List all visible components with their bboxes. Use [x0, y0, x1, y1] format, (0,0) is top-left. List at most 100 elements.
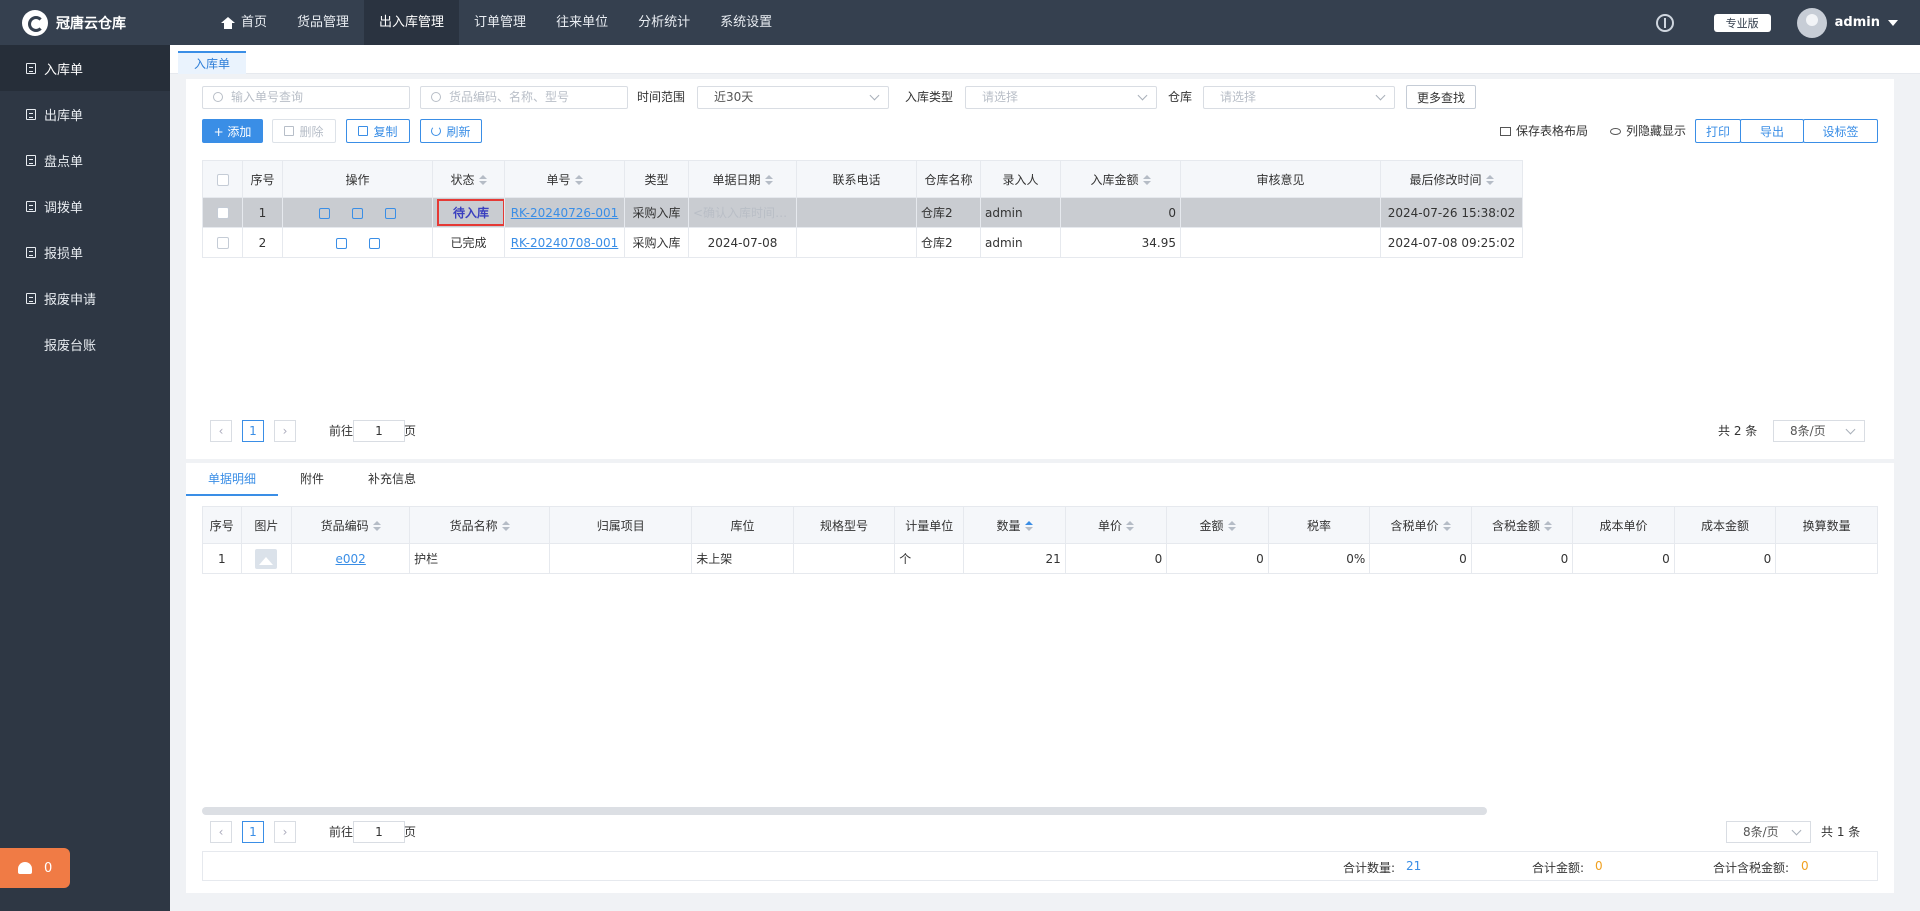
folder-icon: [1500, 126, 1511, 136]
table-row[interactable]: 1 待入库 RK-20240726-001 采购入库 <确认入库时间为准 仓库2…: [202, 197, 1523, 228]
warehouse-select[interactable]: 请选择: [1203, 86, 1395, 109]
topnav-orders[interactable]: 订单管理: [459, 0, 541, 45]
sort-icon[interactable]: [1442, 521, 1451, 531]
tab-attachments[interactable]: 附件: [278, 463, 346, 496]
inbound-type-select[interactable]: 请选择: [965, 86, 1157, 109]
row-checkbox-cell[interactable]: [202, 197, 243, 228]
sort-icon[interactable]: [1126, 521, 1135, 531]
confirm-inbound-icon[interactable]: [385, 207, 396, 219]
detail-page-size-select[interactable]: 8条/页: [1726, 821, 1811, 843]
chevron-down-icon: [1375, 90, 1386, 101]
refresh-button[interactable]: 刷新: [420, 119, 482, 143]
trash-icon: [284, 126, 295, 136]
col-status[interactable]: 状态: [432, 160, 505, 198]
col-code[interactable]: 单号: [504, 160, 625, 198]
next-page-button[interactable]: ›: [274, 420, 296, 442]
tab-detail[interactable]: 单据明细: [186, 463, 279, 496]
sidebar-item-inbound[interactable]: 入库单: [0, 45, 170, 91]
select-all-checkbox-cell[interactable]: [202, 160, 243, 198]
detail-next-page-button[interactable]: ›: [274, 821, 296, 843]
power-icon[interactable]: [1655, 13, 1674, 32]
sort-icon[interactable]: [501, 521, 510, 531]
topnav-goods[interactable]: 货品管理: [282, 0, 364, 45]
detail-row[interactable]: 1 e002 护栏 未上架 个 21 0 0 0% 0 0 0 0: [202, 543, 1878, 574]
detail-goto-prefix: 前往: [329, 825, 354, 839]
table-row[interactable]: 2 已完成 RK-20240708-001 采购入库 2024-07-08 仓库…: [202, 227, 1523, 258]
tab-inbound[interactable]: 入库单: [178, 51, 247, 74]
detail-total-count: 共 1 条: [1821, 825, 1861, 839]
edit-icon[interactable]: [368, 237, 380, 249]
detail-page-current[interactable]: 1: [242, 821, 264, 843]
top-bar: 冠唐云仓库 首页 货品管理 出入库管理 订单管理 往来单位 分析统计 系统设置 …: [0, 0, 1920, 45]
horizontal-scrollbar[interactable]: [202, 807, 1487, 815]
total-tax-amount-label: 合计含税金额:: [1713, 861, 1790, 875]
app-name: 冠唐云仓库: [56, 15, 126, 32]
order-search-input[interactable]: 输入单号查询: [202, 86, 410, 109]
row-checkbox-cell[interactable]: [202, 227, 243, 258]
goto-page-input[interactable]: 1: [353, 420, 405, 442]
col-amount[interactable]: 入库金额: [1060, 160, 1181, 198]
sort-icon[interactable]: [372, 521, 381, 531]
order-code-link[interactable]: RK-20240708-001: [511, 236, 619, 250]
username[interactable]: admin: [1835, 15, 1880, 30]
sidebar-item-scrap-request[interactable]: 报废申请: [0, 275, 170, 321]
copy-icon: [358, 126, 369, 136]
time-range-select[interactable]: 近30天: [697, 86, 889, 109]
set-label-button[interactable]: 设标签: [1803, 119, 1878, 143]
sort-icon[interactable]: [574, 175, 583, 185]
sort-icon[interactable]: [1227, 521, 1236, 531]
column-visibility-button[interactable]: 列隐藏显示: [1610, 119, 1686, 143]
detail-goto-page-input[interactable]: 1: [353, 821, 405, 843]
sort-icon[interactable]: [1142, 175, 1151, 185]
sidebar-item-stocktake[interactable]: 盘点单: [0, 137, 170, 183]
refresh-icon: [431, 126, 442, 136]
sidebar-item-transfer[interactable]: 调拨单: [0, 183, 170, 229]
prev-page-button[interactable]: ‹: [210, 420, 232, 442]
row-checkbox[interactable]: [216, 237, 229, 249]
page-size-select[interactable]: 8条/页: [1773, 420, 1865, 442]
topnav-partners[interactable]: 往来单位: [541, 0, 623, 45]
caret-down-icon[interactable]: [1888, 19, 1898, 26]
sort-icon[interactable]: [1485, 175, 1494, 185]
more-search-button[interactable]: 更多查找: [1406, 85, 1476, 109]
image-placeholder-icon[interactable]: [255, 548, 278, 569]
col-modified[interactable]: 最后修改时间: [1380, 160, 1523, 198]
col-date[interactable]: 单据日期: [688, 160, 797, 198]
topnav-settings[interactable]: 系统设置: [705, 0, 787, 45]
top-right: 专业版 admin: [1655, 0, 1898, 45]
order-code-link[interactable]: RK-20240726-001: [511, 206, 619, 220]
export-button[interactable]: 导出: [1740, 119, 1804, 143]
tab-extra-info[interactable]: 补充信息: [346, 463, 438, 496]
sort-icon[interactable]: [1544, 521, 1553, 531]
add-button[interactable]: + 添加: [202, 119, 263, 143]
edit-icon[interactable]: [352, 207, 363, 219]
copy-button[interactable]: 复制: [346, 119, 410, 143]
document-icon: [26, 108, 36, 120]
detail-prev-page-button[interactable]: ‹: [210, 821, 232, 843]
topnav-home[interactable]: 首页: [206, 0, 282, 45]
goods-search-input[interactable]: 货品编码、名称、型号: [420, 86, 628, 109]
app-logo[interactable]: 冠唐云仓库: [22, 0, 126, 45]
sort-icon[interactable]: [478, 175, 487, 185]
sort-icon[interactable]: [764, 175, 773, 185]
print-button[interactable]: 打印: [1695, 119, 1741, 143]
sidebar-item-outbound[interactable]: 出库单: [0, 91, 170, 137]
sidebar-item-scrap-ledger[interactable]: 报废台账: [0, 321, 170, 367]
goods-code-link[interactable]: e002: [336, 552, 366, 566]
sidebar-item-loss[interactable]: 报损单: [0, 229, 170, 275]
topnav-inout[interactable]: 出入库管理: [364, 0, 460, 45]
total-qty-label: 合计数量:: [1343, 861, 1396, 875]
print-icon[interactable]: [319, 207, 330, 219]
delete-button[interactable]: 删除: [272, 119, 336, 143]
page-current[interactable]: 1: [242, 420, 264, 442]
avatar[interactable]: [1796, 7, 1827, 38]
row-checkbox[interactable]: [216, 207, 229, 219]
sort-asc-icon[interactable]: [1024, 521, 1033, 531]
alarm-button[interactable]: 0: [0, 848, 70, 888]
edition-badge[interactable]: 专业版: [1713, 13, 1771, 32]
print-icon[interactable]: [335, 237, 347, 249]
select-all-checkbox[interactable]: [216, 173, 229, 186]
topnav-analysis[interactable]: 分析统计: [623, 0, 705, 45]
save-layout-button[interactable]: 保存表格布局: [1500, 119, 1588, 143]
home-icon: [221, 16, 235, 29]
